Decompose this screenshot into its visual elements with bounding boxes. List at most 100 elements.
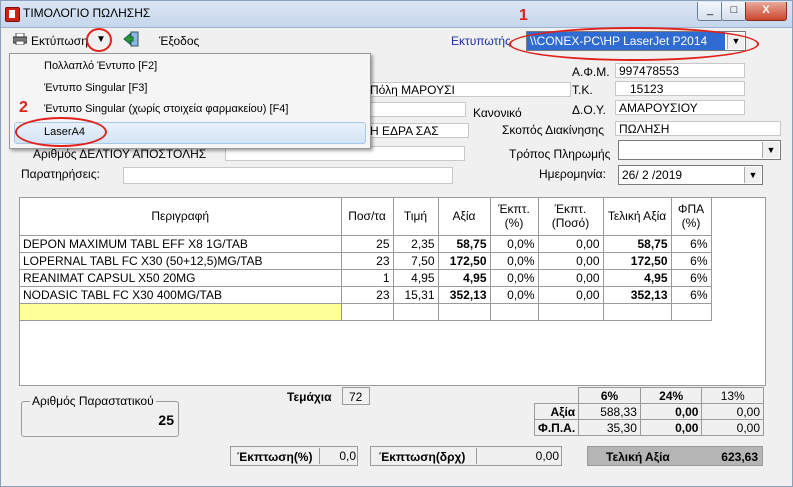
table-cell[interactable]: 172,50 <box>438 252 491 270</box>
teliki-axia-box: Τελική Αξία 623,63 <box>587 446 763 466</box>
column-header[interactable]: Έκπτ. (Ποσό) <box>538 198 604 236</box>
annotation-number-two: 2 <box>19 99 28 116</box>
table-cell[interactable]: 4,95 <box>438 269 491 287</box>
afm-label: Α.Φ.Μ. <box>572 65 610 79</box>
menu-item-singular-no-pharmacy[interactable]: Έντυπο Singular (χωρίς στοιχεία φαρμακεί… <box>44 103 288 115</box>
vat-header-24: 24% <box>639 387 703 404</box>
address-field[interactable] <box>366 102 466 117</box>
deltio-label: Αριθμός ΔΕΛΤΙΟΥ ΑΠΟΣΤΟΛΗΣ <box>33 147 207 161</box>
minimize-button[interactable]: _ <box>697 2 723 21</box>
close-button[interactable]: X <box>745 2 787 21</box>
table-cell[interactable]: 15,31 <box>393 286 439 304</box>
table-cell[interactable]: 0,00 <box>538 235 604 253</box>
table-cell[interactable]: 172,50 <box>603 252 672 270</box>
table-cell[interactable]: 1 <box>341 269 394 287</box>
table-cell[interactable]: 6% <box>671 235 712 253</box>
ekptosi-drx-field[interactable]: 0,00 <box>476 448 559 464</box>
table-cell[interactable]: 4,95 <box>603 269 672 287</box>
fpa-6-value: 35,30 <box>578 419 641 436</box>
table-cell[interactable]: 23 <box>341 286 394 304</box>
column-header[interactable]: Τελική Αξία <box>603 198 672 236</box>
table-cell[interactable]: 352,13 <box>438 286 491 304</box>
vat-summary-table: 6% 24% 13% Αξία 588,33 0,00 0,00 Φ.Π.Α. … <box>533 387 764 436</box>
table-cell[interactable]: 0,00 <box>538 286 604 304</box>
table-cell[interactable]: 6% <box>671 252 712 270</box>
tk-label: Τ.Κ. <box>572 83 593 97</box>
table-cell[interactable]: 0,0% <box>490 235 539 253</box>
city-field[interactable]: Πόλη ΜΑΡΟΥΣΙ <box>366 82 571 97</box>
skopos-field[interactable]: ΠΩΛΗΣΗ <box>615 121 781 136</box>
table-cell[interactable]: 6% <box>671 286 712 304</box>
afm-field[interactable]: 997478553 <box>615 63 745 78</box>
print-button[interactable]: Εκτύπωση <box>31 34 88 48</box>
exit-icon[interactable] <box>123 31 139 47</box>
date-select[interactable]: 26/ 2 /2019 ▼ <box>618 165 763 185</box>
table-cell[interactable]: 58,75 <box>438 235 491 253</box>
app-icon <box>5 7 20 22</box>
date-chevron-icon[interactable]: ▼ <box>744 167 761 183</box>
new-item-cell[interactable] <box>341 303 394 321</box>
doy-field[interactable]: ΑΜΑΡΟΥΣΙΟΥ <box>615 100 745 115</box>
table-cell[interactable]: REANIMAT CAPSUL X50 20MG <box>20 269 342 287</box>
table-cell[interactable]: 0,0% <box>490 269 539 287</box>
column-header[interactable]: Έκπτ. (%) <box>490 198 539 236</box>
notes-field[interactable] <box>123 167 453 184</box>
new-item-cell[interactable] <box>438 303 491 321</box>
table-cell[interactable]: 0,00 <box>538 252 604 270</box>
menu-item-singular[interactable]: Έντυπο Singular [F3] <box>44 82 147 94</box>
tk-field[interactable]: 15123 <box>615 81 745 96</box>
tropos-chevron-icon[interactable]: ▼ <box>762 142 779 158</box>
exit-button[interactable]: Έξοδος <box>159 34 199 48</box>
table-cell[interactable]: 4,95 <box>393 269 439 287</box>
teliki-axia-label: Τελική Αξία <box>606 450 670 464</box>
temaxia-label: Τεμάχια <box>287 390 332 404</box>
table-row[interactable]: DEPON MAXIMUM TABL EFF X8 1G/TAB 25 2,35 58… <box>20 235 712 253</box>
table-row[interactable]: REANIMAT CAPSUL X50 20MG 1 4,95 4,95 0,0% 0,0… <box>20 269 712 287</box>
annotation-number-one: 1 <box>519 7 528 24</box>
table-cell[interactable]: 58,75 <box>603 235 672 253</box>
table-cell[interactable]: 23 <box>341 252 394 270</box>
table-cell[interactable]: 2,35 <box>393 235 439 253</box>
table-row[interactable]: NODASIC TABL FC X30 400MG/TAB 23 15,31 352,… <box>20 286 712 304</box>
new-item-cell[interactable] <box>603 303 672 321</box>
table-row[interactable]: LOPERNAL TABL FC X30 (50+12,5)MG/TAB 23 7,… <box>20 252 712 270</box>
axia-13-value: 0,00 <box>701 403 764 420</box>
column-header[interactable]: ΦΠΑ (%) <box>671 198 712 236</box>
column-header[interactable]: Περιγραφή <box>20 198 342 236</box>
grid-header-row: Περιγραφή Ποσ/τα Τιμή Αξία Έκπτ. (%) Έκπτ. (Π… <box>20 198 712 236</box>
maximize-button[interactable]: □ <box>721 2 747 21</box>
new-item-cell[interactable] <box>538 303 604 321</box>
edra-field[interactable]: Η ΕΔΡΑ ΣΑΣ <box>366 123 469 138</box>
column-header[interactable]: Αξία <box>438 198 491 236</box>
parastatiko-box: Αριθμός Παραστατικού 25 <box>21 394 179 437</box>
table-cell[interactable]: 0,00 <box>538 269 604 287</box>
table-cell[interactable]: 7,50 <box>393 252 439 270</box>
parastatiko-label: Αριθμός Παραστατικού <box>30 394 156 408</box>
table-cell[interactable]: 0,0% <box>490 286 539 304</box>
column-header[interactable]: Τιμή <box>393 198 439 236</box>
table-cell[interactable]: DEPON MAXIMUM TABL EFF X8 1G/TAB <box>20 235 342 253</box>
column-header[interactable]: Ποσ/τα <box>341 198 394 236</box>
title-bar: ΤΙΜΟΛΟΓΙΟ ΠΩΛΗΣΗΣ _ □ X <box>1 1 792 28</box>
table-cell[interactable]: NODASIC TABL FC X30 400MG/TAB <box>20 286 342 304</box>
new-item-cell[interactable] <box>393 303 439 321</box>
annotation-circle-printer <box>509 27 759 61</box>
skopos-label: Σκοπός Διακίνησης <box>502 123 605 137</box>
tropos-select[interactable]: ▼ <box>618 140 781 160</box>
menu-item-multiple-form[interactable]: Πολλαπλό Έντυπο [F2] <box>44 60 157 72</box>
new-item-cell[interactable] <box>20 303 342 321</box>
new-item-cell[interactable] <box>671 303 712 321</box>
new-item-row[interactable] <box>20 303 712 321</box>
items-grid[interactable]: Περιγραφή Ποσ/τα Τιμή Αξία Έκπτ. (%) Έκπτ. (Π… <box>19 197 766 386</box>
doy-label: Δ.Ο.Υ. <box>572 103 606 117</box>
table-cell[interactable]: LOPERNAL TABL FC X30 (50+12,5)MG/TAB <box>20 252 342 270</box>
temaxia-value: 72 <box>349 390 363 404</box>
ekptosi-pct-field[interactable]: 0,0 <box>319 448 356 464</box>
table-cell[interactable]: 0,0% <box>490 252 539 270</box>
kanoniko-label: Κανονικό <box>473 106 522 120</box>
table-cell[interactable]: 25 <box>341 235 394 253</box>
table-cell[interactable]: 352,13 <box>603 286 672 304</box>
date-label: Ημερομηνία: <box>539 167 606 181</box>
table-cell[interactable]: 6% <box>671 269 712 287</box>
new-item-cell[interactable] <box>490 303 539 321</box>
